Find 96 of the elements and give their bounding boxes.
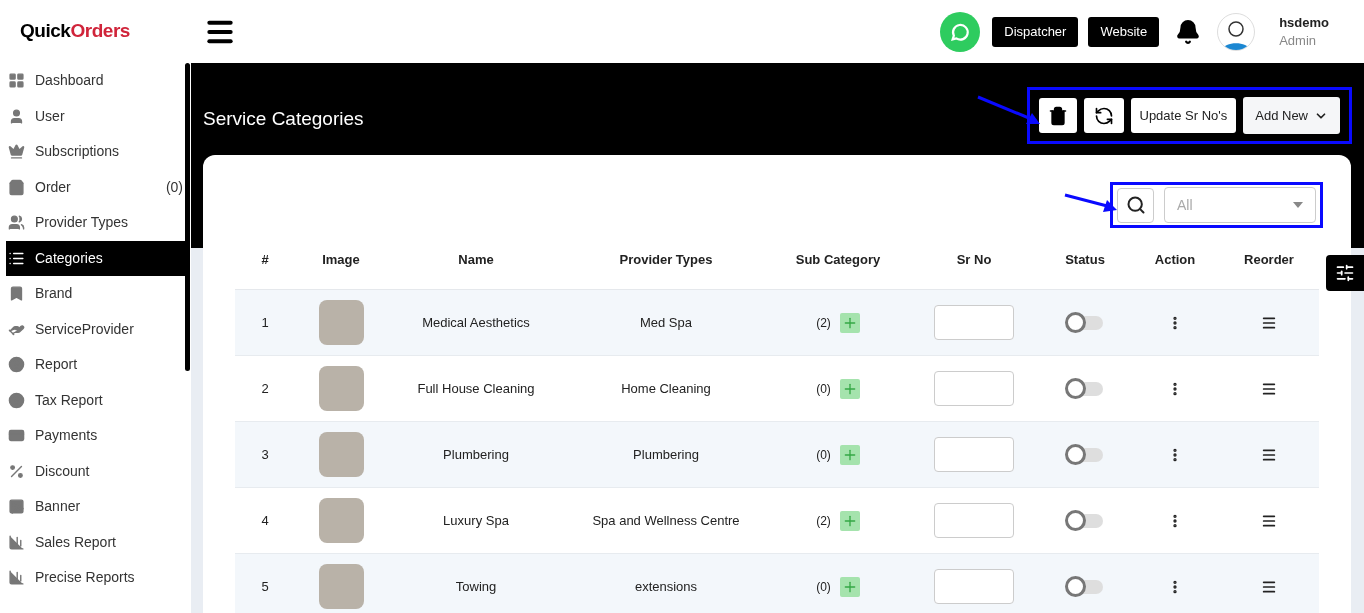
sidebar-item[interactable]: ServiceProvider — [6, 311, 186, 347]
status-toggle[interactable] — [1067, 447, 1103, 462]
add-sub-category-button[interactable] — [839, 510, 860, 531]
update-sr-button[interactable]: Update Sr No's — [1130, 98, 1237, 133]
column-header: # — [261, 250, 269, 269]
photo-placeholder — [318, 498, 364, 543]
sidebar-item[interactable]: Report — [6, 347, 186, 383]
sub-category-count: (0) — [816, 578, 831, 596]
category-name: Full House Cleaning — [417, 379, 535, 398]
sr-no-field[interactable] — [934, 503, 1014, 538]
percent-icon — [8, 462, 25, 480]
sr-no-field[interactable] — [934, 437, 1014, 472]
drag-handle-icon[interactable] — [1261, 446, 1277, 463]
sidebar-item[interactable]: Payments — [6, 418, 186, 454]
logo: QuickOrders — [20, 19, 130, 44]
sidebar-item[interactable]: Precise Reports — [6, 560, 186, 596]
sub-category-count: (0) — [816, 446, 831, 464]
bookmark-icon — [8, 285, 25, 303]
refresh-icon — [1093, 105, 1114, 126]
category-name: Plumbering — [443, 445, 509, 464]
row-number: 1 — [261, 313, 269, 332]
sr-no-field[interactable] — [934, 569, 1014, 604]
notification-bell-icon[interactable] — [1175, 18, 1202, 45]
category-name: Medical Aesthetics — [422, 313, 530, 332]
column-header: Name — [458, 250, 494, 269]
status-toggle[interactable] — [1067, 513, 1103, 528]
column-header: Sr No — [956, 250, 992, 269]
drag-handle-icon[interactable] — [1261, 380, 1277, 397]
scrollbar[interactable] — [185, 63, 190, 371]
photo-placeholder — [318, 366, 364, 411]
drag-handle-icon[interactable] — [1261, 578, 1277, 595]
provider-type: Med Spa — [639, 313, 692, 332]
users-icon — [8, 214, 25, 232]
category-name: Luxury Spa — [443, 511, 509, 530]
add-sub-category-button[interactable] — [839, 378, 860, 399]
provider-type: Plumbering — [633, 445, 699, 464]
row-number: 5 — [261, 577, 269, 596]
add-new-button[interactable]: Add New — [1243, 97, 1340, 134]
caret-icon — [1293, 202, 1303, 208]
column-header: Action — [1154, 250, 1196, 269]
bar-chart-icon — [8, 533, 25, 551]
sub-category-count: (2) — [816, 512, 831, 530]
sidebar-item[interactable]: Subscriptions — [6, 134, 186, 170]
order-count: (0) — [165, 177, 183, 197]
column-header: Provider Types — [619, 250, 713, 269]
row-number: 2 — [261, 379, 269, 398]
sidebar-item[interactable]: Categories — [6, 240, 186, 276]
page-title: Service Categories — [203, 107, 364, 131]
provider-type: Spa and Wellness Centre — [592, 511, 740, 530]
sidebar-item[interactable]: User — [6, 98, 186, 134]
bag-icon — [8, 178, 25, 196]
sidebar-item[interactable]: Order (0) — [6, 169, 186, 205]
category-name: Towing — [455, 577, 497, 596]
sidebar-item[interactable]: Dashboard — [6, 63, 186, 99]
sub-category-count: (2) — [816, 314, 831, 332]
header-button[interactable]: Website — [1088, 16, 1160, 47]
settings-button[interactable] — [1326, 255, 1364, 291]
drag-handle-icon[interactable] — [1261, 512, 1277, 529]
column-header: Status — [1065, 250, 1105, 269]
sub-category-count: (0) — [816, 380, 831, 398]
column-header: Image — [322, 250, 360, 269]
status-toggle[interactable] — [1067, 579, 1103, 594]
bar-chart-icon — [8, 569, 25, 587]
header-button[interactable]: Dispatcher — [992, 16, 1079, 47]
sidebar-item[interactable]: Sales Report — [6, 524, 186, 560]
user-name: hsdemo — [1279, 13, 1329, 32]
grid-icon — [8, 72, 25, 90]
sidebar-item[interactable]: Tax Report — [6, 382, 186, 418]
sidebar-item[interactable]: Discount — [6, 453, 186, 489]
sidebar-item[interactable]: Provider Types — [6, 205, 186, 241]
provider-type: extensions — [634, 577, 698, 596]
status-toggle[interactable] — [1067, 315, 1103, 330]
avatar[interactable] — [1217, 12, 1256, 51]
user-icon — [8, 107, 25, 125]
photo-placeholder — [318, 300, 364, 345]
row-number: 3 — [261, 445, 269, 464]
delete-button[interactable] — [1038, 98, 1077, 133]
sidebar-item[interactable]: Banner — [6, 489, 186, 525]
sidebar-item[interactable]: Brand — [6, 276, 186, 312]
search-button[interactable] — [1117, 187, 1154, 223]
photo-placeholder — [318, 432, 364, 477]
drag-handle-icon[interactable] — [1261, 314, 1277, 331]
refresh-button[interactable] — [1083, 98, 1124, 133]
status-toggle[interactable] — [1067, 381, 1103, 396]
user-role: Admin — [1279, 31, 1317, 50]
column-header: Reorder — [1244, 250, 1294, 269]
sr-no-field[interactable] — [934, 371, 1014, 406]
sr-no-field[interactable] — [934, 305, 1014, 340]
trash-icon — [1047, 105, 1068, 126]
sliders-icon — [1335, 263, 1355, 283]
search-icon — [1125, 195, 1146, 215]
photo-placeholder — [318, 564, 364, 609]
provider-type: Home Cleaning — [621, 379, 711, 398]
row-number: 4 — [261, 511, 269, 530]
crown-icon — [8, 143, 25, 161]
column-header: Sub Category — [795, 250, 881, 269]
